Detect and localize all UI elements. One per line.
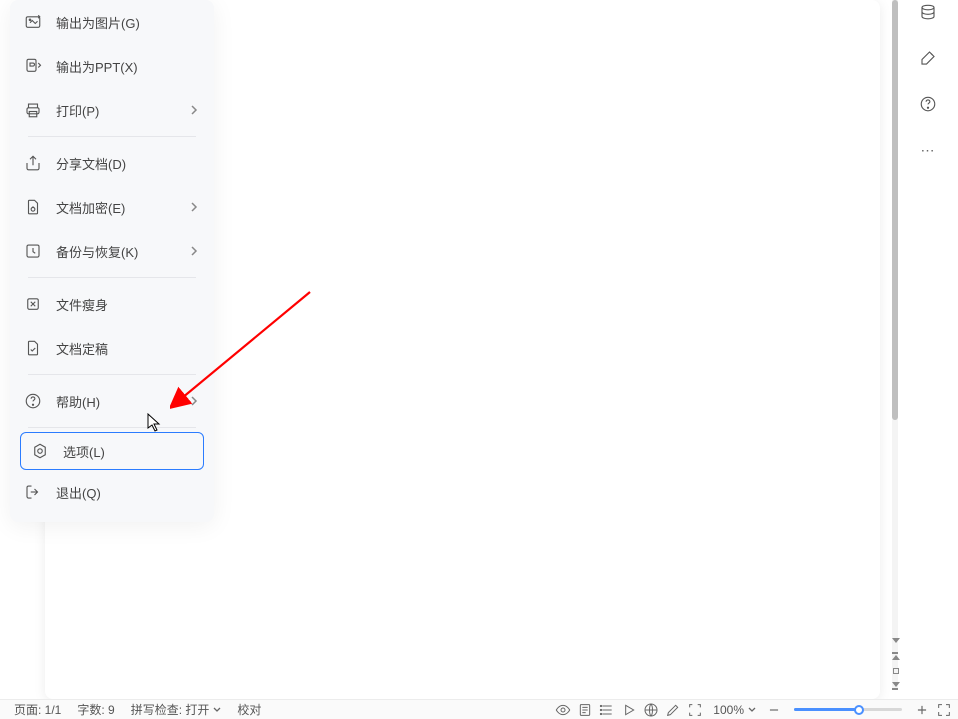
chevron-down-icon [748,706,756,714]
chevron-right-icon [188,201,200,213]
menu-item-label: 备份与恢复(K) [56,242,188,261]
focus-icon[interactable] [687,702,703,718]
zoom-slider[interactable] [794,708,902,711]
encrypt-icon [24,198,42,216]
status-page[interactable]: 页面: 1/1 [6,700,69,719]
status-spellcheck[interactable]: 拼写检查: 打开 [123,700,230,719]
menu-item-compress[interactable]: 文件瘦身 [10,282,214,326]
page-down-bar-icon[interactable] [892,682,900,691]
menu-item-export-image[interactable]: 输出为图片(G) [10,0,214,44]
vertical-scrollbar-track[interactable] [892,0,898,689]
zoom-level-label: 100% [713,703,744,717]
zoom-slider-knob[interactable] [854,705,864,715]
compress-icon [24,295,42,313]
exit-icon [24,483,42,501]
menu-item-label: 分享文档(D) [56,154,200,173]
globe-icon[interactable] [643,702,659,718]
menu-separator [28,427,196,428]
menu-item-help[interactable]: 帮助(H) [10,379,214,423]
menu-item-label: 打印(P) [56,101,188,120]
zoom-slider-fill [794,708,859,711]
chevron-right-icon [188,245,200,257]
settings-icon [31,442,49,460]
menu-item-label: 输出为PPT(X) [56,57,200,76]
edit-icon[interactable] [665,702,681,718]
menu-item-label: 选项(L) [63,442,193,461]
menu-item-backup[interactable]: 备份与恢复(K) [10,229,214,273]
view-outline-icon[interactable] [599,702,615,718]
view-page-icon[interactable] [577,702,593,718]
fullscreen-icon[interactable] [936,702,952,718]
menu-separator [28,136,196,137]
export-ppt-icon [24,57,42,75]
tools-icon[interactable] [918,48,938,68]
status-page-label: 页面: 1/1 [14,701,61,718]
backup-icon [24,242,42,260]
eye-icon[interactable] [555,702,571,718]
page-up-bar-icon[interactable] [892,651,900,660]
database-icon[interactable] [918,2,938,22]
menu-item-share[interactable]: 分享文档(D) [10,141,214,185]
menu-item-label: 文档定稿 [56,339,200,358]
print-icon [24,101,42,119]
menu-item-exit[interactable]: 退出(Q) [10,470,214,514]
chevron-right-icon [188,104,200,116]
menu-item-label: 输出为图片(G) [56,13,200,32]
play-icon[interactable] [621,702,637,718]
menu-item-label: 退出(Q) [56,483,200,502]
vertical-scrollbar-thumb[interactable] [892,0,898,420]
page-down-icon[interactable] [892,638,900,643]
page-nav-mini [892,638,900,691]
menu-item-print[interactable]: 打印(P) [10,88,214,132]
menu-item-finalize[interactable]: 文档定稿 [10,326,214,370]
status-proof[interactable]: 校对 [229,700,269,719]
share-icon [24,154,42,172]
help-icon [24,392,42,410]
menu-item-label: 帮助(H) [56,392,188,411]
chevron-down-icon [213,706,221,714]
status-wordcount-label: 字数: 9 [77,701,114,718]
more-icon[interactable]: ⋯ [918,140,938,160]
zoom-out-button[interactable] [766,702,782,718]
status-spellcheck-label: 拼写检查: 打开 [131,701,210,718]
chevron-right-icon [188,395,200,407]
export-image-icon [24,13,42,31]
status-bar: 页面: 1/1 字数: 9 拼写检查: 打开 校对 [0,699,958,719]
status-proof-label: 校对 [237,701,261,718]
file-menu-panel: 输出为图片(G) 输出为PPT(X) 打印(P) 分享文档(D) [10,0,214,522]
menu-item-export-ppt[interactable]: 输出为PPT(X) [10,44,214,88]
status-wordcount[interactable]: 字数: 9 [69,700,122,719]
menu-item-options[interactable]: 选项(L) [20,432,204,470]
help-circle-icon[interactable] [918,94,938,114]
menu-item-label: 文件瘦身 [56,295,200,314]
more-label: ⋯ [921,142,936,159]
zoom-level[interactable]: 100% [709,703,760,717]
menu-item-encrypt[interactable]: 文档加密(E) [10,185,214,229]
menu-separator [28,374,196,375]
right-side-toolbar: ⋯ [908,0,948,160]
page-select-icon[interactable] [893,668,899,674]
menu-item-label: 文档加密(E) [56,198,188,217]
zoom-in-button[interactable] [914,702,930,718]
finalize-icon [24,339,42,357]
menu-separator [28,277,196,278]
